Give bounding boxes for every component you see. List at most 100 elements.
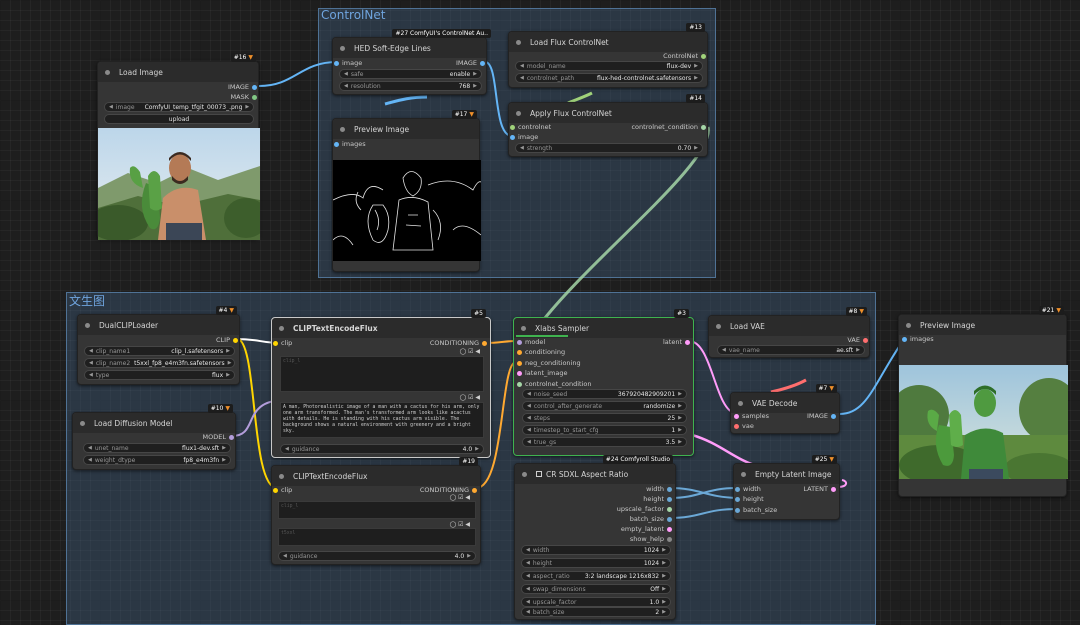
triangle-left-icon[interactable]: ◀ xyxy=(520,63,524,69)
node-cr-sdxl-aspect-ratio[interactable]: #24 Comfyroll Studio CR SDXL Aspect Rati… xyxy=(514,455,676,620)
node-clip-text-encode-negative[interactable]: #19 CLIPTextEncodeFlux clip CONDITIONING… xyxy=(271,457,481,565)
triangle-left-icon[interactable]: ◀ xyxy=(526,599,530,605)
collapse-dot-icon[interactable] xyxy=(340,45,345,51)
output-latent[interactable]: latent xyxy=(663,337,691,347)
triangle-left-icon[interactable]: ◀ xyxy=(89,360,93,366)
clip-l-textarea[interactable]: clip_l xyxy=(280,356,484,392)
triangle-right-icon[interactable]: ▶ xyxy=(473,83,477,89)
input-model[interactable]: model xyxy=(516,337,545,347)
output-batch-size[interactable]: batch_size xyxy=(630,514,673,524)
output-conditioning[interactable]: CONDITIONING xyxy=(430,338,488,348)
input-samples[interactable]: samples xyxy=(733,411,769,421)
clip-l-textarea[interactable]: clip_l xyxy=(278,501,476,519)
triangle-right-icon[interactable]: ▶ xyxy=(662,586,666,592)
node-apply-flux-controlnet[interactable]: #14 Apply Flux ControlNet controlnet ima… xyxy=(508,94,708,157)
t5xxl-textarea[interactable]: A man, Photorealistic image of a man wit… xyxy=(280,402,484,438)
triangle-right-icon[interactable]: ▶ xyxy=(662,609,666,615)
widget-strength[interactable]: ◀ strength 0.70 ▶ xyxy=(515,143,703,153)
output-width[interactable]: width xyxy=(646,484,673,494)
node-load-diffusion-model[interactable]: #10 ▼ Load Diffusion Model MODEL ◀ unet_na… xyxy=(72,404,236,470)
triangle-right-icon[interactable]: ▶ xyxy=(473,71,477,77)
widget-type[interactable]: ◀ type flux ▶ xyxy=(84,370,235,380)
node-dual-clip-loader[interactable]: #4 ▼ DualCLIPLoader CLIP ◀ clip_name1 clip_… xyxy=(77,306,240,385)
widget-batch-size[interactable]: ◀ batch_size 2 ▶ xyxy=(521,607,671,617)
output-controlnet[interactable]: ControlNet xyxy=(663,51,707,61)
widget-control-after-generate[interactable]: ◀ control_after_generate randomize ▶ xyxy=(522,401,687,411)
triangle-right-icon[interactable]: ▶ xyxy=(662,560,666,566)
output-height[interactable]: height xyxy=(643,494,673,504)
input-neg-conditioning[interactable]: neg_conditioning xyxy=(516,358,581,368)
triangle-right-icon[interactable]: ▶ xyxy=(678,391,682,397)
collapse-dot-icon[interactable] xyxy=(340,126,345,132)
widget-controlnet-path[interactable]: ◀ controlnet_path flux-hed-controlnet.safe… xyxy=(515,73,703,83)
node-hed-soft-edge[interactable]: #27 ComfyUI's ControlNet Au.. HED Soft-E… xyxy=(332,29,491,95)
widget-upscale-factor[interactable]: ◀ upscale_factor 1.0 ▶ xyxy=(521,597,671,607)
triangle-right-icon[interactable]: ▶ xyxy=(678,415,682,421)
node-preview-image-controlnet[interactable]: #17 ▼ Preview Image images xyxy=(332,110,481,272)
text-toggle-controls[interactable]: ◯ ☑ ◀ xyxy=(449,494,470,501)
triangle-left-icon[interactable]: ◀ xyxy=(527,415,531,421)
triangle-right-icon[interactable]: ▶ xyxy=(475,446,479,452)
node-title[interactable]: Empty Latent Image xyxy=(734,464,839,484)
widget-swap-dimensions[interactable]: ◀ swap_dimensions Off ▶ xyxy=(521,584,671,594)
triangle-left-icon[interactable]: ◀ xyxy=(722,347,726,353)
node-title[interactable]: Preview Image xyxy=(333,119,479,139)
triangle-left-icon[interactable]: ◀ xyxy=(520,75,524,81)
collapse-dot-icon[interactable] xyxy=(516,110,521,116)
node-title[interactable]: Apply Flux ControlNet xyxy=(509,103,707,123)
input-images[interactable]: images xyxy=(333,139,366,149)
widget-steps[interactable]: ◀ steps 25 ▶ xyxy=(522,413,687,423)
node-title[interactable]: Preview Image xyxy=(899,315,1066,335)
input-image[interactable]: image xyxy=(509,132,538,142)
node-title[interactable]: CLIPTextEncodeFlux xyxy=(272,318,490,338)
triangle-right-icon[interactable]: ▶ xyxy=(222,445,226,451)
output-image[interactable]: IMAGE xyxy=(228,82,258,92)
node-empty-latent-image[interactable]: #25 ▼ Empty Latent Image width height bat… xyxy=(733,455,840,520)
node-title[interactable]: CLIPTextEncodeFlux xyxy=(272,466,480,486)
output-upscale-factor[interactable]: upscale_factor xyxy=(617,504,673,514)
collapse-dot-icon[interactable] xyxy=(279,325,284,331)
output-vae[interactable]: VAE xyxy=(847,335,869,345)
triangle-right-icon[interactable]: ▶ xyxy=(678,403,682,409)
output-latent[interactable]: LATENT xyxy=(803,484,837,494)
triangle-left-icon[interactable]: ◀ xyxy=(527,403,531,409)
triangle-right-icon[interactable]: ▶ xyxy=(226,348,230,354)
triangle-left-icon[interactable]: ◀ xyxy=(526,547,530,553)
collapse-dot-icon[interactable] xyxy=(522,471,527,477)
output-image[interactable]: IMAGE xyxy=(456,58,486,68)
triangle-right-icon[interactable]: ▶ xyxy=(694,145,698,151)
input-height[interactable]: height xyxy=(734,494,764,504)
triangle-left-icon[interactable]: ◀ xyxy=(344,83,348,89)
triangle-left-icon[interactable]: ◀ xyxy=(109,104,113,110)
triangle-right-icon[interactable]: ▶ xyxy=(245,104,249,110)
widget-width[interactable]: ◀ width 1024 ▶ xyxy=(521,545,671,555)
node-clip-text-encode-positive[interactable]: #5 CLIPTextEncodeFlux clip CONDITIONING … xyxy=(271,309,491,458)
node-title[interactable]: DualCLIPLoader xyxy=(78,315,239,335)
widget-true-gs[interactable]: ◀ true_gs 3.5 ▶ xyxy=(522,437,687,447)
node-vae-decode[interactable]: #7 ▼ VAE Decode samples vae IMAGE xyxy=(730,384,840,434)
triangle-right-icon[interactable]: ▶ xyxy=(662,547,666,553)
upload-button[interactable]: upload xyxy=(104,114,254,124)
widget-clip-name1[interactable]: ◀ clip_name1 clip_l.safetensors ▶ xyxy=(84,346,235,356)
node-load-image[interactable]: #16 ▼ Load Image IMAGE MASK ◀ image ComfyUI… xyxy=(97,53,260,240)
collapse-dot-icon[interactable] xyxy=(516,39,521,45)
triangle-left-icon[interactable]: ◀ xyxy=(526,560,530,566)
collapse-dot-icon[interactable] xyxy=(741,471,746,477)
widget-guidance[interactable]: ◀ guidance 4.0 ▶ xyxy=(278,551,476,561)
input-width[interactable]: width xyxy=(734,484,761,494)
triangle-right-icon[interactable]: ▶ xyxy=(228,360,232,366)
triangle-left-icon[interactable]: ◀ xyxy=(283,553,287,559)
collapse-dot-icon[interactable] xyxy=(716,323,721,329)
triangle-right-icon[interactable]: ▶ xyxy=(222,457,226,463)
triangle-right-icon[interactable]: ▶ xyxy=(662,573,666,579)
node-title[interactable]: Load Flux ControlNet xyxy=(509,32,707,52)
widget-timestep-to-start-cfg[interactable]: ◀ timestep_to_start_cfg 1 ▶ xyxy=(522,425,687,435)
input-latent-image[interactable]: latent_image xyxy=(516,368,568,378)
triangle-right-icon[interactable]: ▶ xyxy=(467,553,471,559)
input-images[interactable]: images xyxy=(901,334,934,344)
triangle-left-icon[interactable]: ◀ xyxy=(89,372,93,378)
node-load-vae[interactable]: #8 ▼ Load VAE VAE ◀ vae_name ae.sft ▶ xyxy=(708,307,870,358)
triangle-right-icon[interactable]: ▶ xyxy=(678,439,682,445)
checkbox-icon[interactable] xyxy=(536,471,542,477)
input-vae[interactable]: vae xyxy=(733,421,754,431)
